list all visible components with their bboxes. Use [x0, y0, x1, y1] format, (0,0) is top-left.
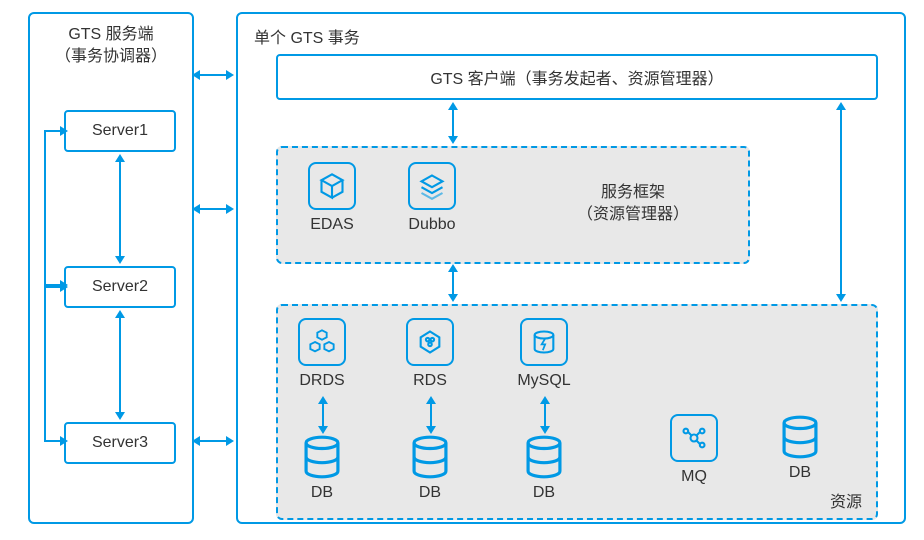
- arrow-left-right-top: [200, 74, 226, 76]
- drds-item: DRDS: [298, 318, 346, 390]
- resource-label: 资源: [830, 488, 862, 512]
- arrow-mysql-db: [544, 404, 546, 426]
- lconnector-1: [44, 130, 46, 286]
- cube-icon: [308, 162, 356, 210]
- arrow-left-right-mid: [200, 208, 226, 210]
- arrow-client-resource: [840, 110, 842, 294]
- framework-label: 服务框架 （资源管理器）: [528, 182, 738, 227]
- hex-cluster-icon: [298, 318, 346, 366]
- arrow-client-framework: [452, 110, 454, 136]
- mq-network-icon: [670, 414, 718, 462]
- transaction-title: 单个 GTS 事务: [254, 24, 360, 48]
- gts-server-panel: GTS 服务端 （事务协调器） Server1 Server2 Server3: [28, 12, 194, 524]
- lconnector-2: [44, 286, 46, 442]
- mq-item: MQ: [670, 414, 718, 486]
- database-icon: [408, 434, 452, 480]
- server3-box: Server3: [64, 422, 176, 464]
- layers-icon: [408, 162, 456, 210]
- arrow-rds-db: [430, 404, 432, 426]
- resource-box: 资源 DRDS RDS MySQL: [276, 304, 878, 520]
- title-line1: GTS 服务端: [68, 26, 153, 43]
- db-1: DB: [300, 434, 344, 502]
- hex-icon: [406, 318, 454, 366]
- arrow-s1-s2: [119, 162, 121, 256]
- db-lightning-icon: [520, 318, 568, 366]
- arrow-framework-resource: [452, 272, 454, 294]
- gts-client-box: GTS 客户端（事务发起者、资源管理器）: [276, 54, 878, 100]
- database-icon: [300, 434, 344, 480]
- database-icon: [522, 434, 566, 480]
- arrow-drds-db: [322, 404, 324, 426]
- db-right: DB: [778, 414, 822, 482]
- db-3: DB: [522, 434, 566, 502]
- db-2: DB: [408, 434, 452, 502]
- gts-transaction-panel: 单个 GTS 事务 GTS 客户端（事务发起者、资源管理器） EDAS Dubb…: [236, 12, 906, 524]
- edas-item: EDAS: [308, 162, 356, 234]
- server1-box: Server1: [64, 110, 176, 152]
- database-icon: [778, 414, 822, 460]
- service-framework-box: EDAS Dubbo 服务框架 （资源管理器）: [276, 146, 750, 264]
- dubbo-item: Dubbo: [408, 162, 456, 234]
- mysql-item: MySQL: [512, 318, 576, 390]
- arrow-left-right-bot: [200, 440, 226, 442]
- gts-server-title: GTS 服务端 （事务协调器）: [30, 24, 192, 67]
- rds-item: RDS: [406, 318, 454, 390]
- title-line2: （事务协调器）: [55, 48, 167, 65]
- server2-box: Server2: [64, 266, 176, 308]
- arrow-s2-s3: [119, 318, 121, 412]
